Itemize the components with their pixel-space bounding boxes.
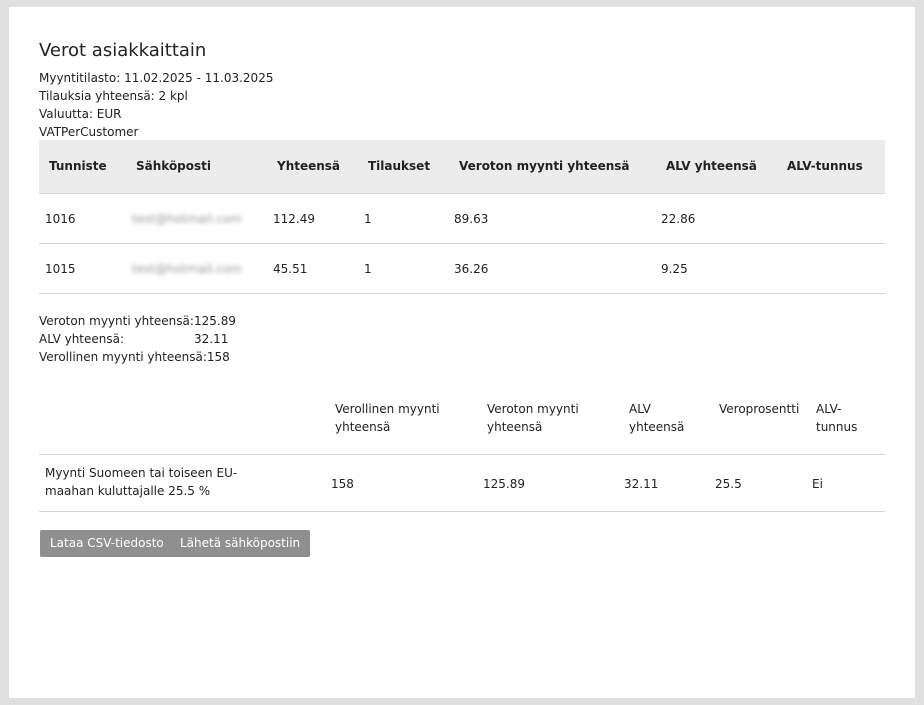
col-email: Sähköposti [136,159,212,173]
total-vat-row: ALV yhteensä: 32.11 [39,330,230,348]
cell-rate: 25.5 [715,477,742,491]
download-csv-button[interactable]: Lataa CSV-tiedosto [40,530,174,557]
total-net-label: Veroton myynti yhteensä: [39,314,194,328]
col-gross: Verollinen myynti yhteensä [335,402,440,434]
cell-id: 1016 [45,212,76,226]
total-gross-row: Verollinen myynti yhteensä:158 [39,348,230,366]
total-gross-label: Verollinen myynti yhteensä: [39,350,207,364]
report-id: VATPerCustomer [39,125,139,139]
cell-orders: 1 [364,262,372,276]
cell-gross: 158 [331,477,354,491]
table-row: 1016 test@hotmail.com 112.49 1 89.63 22.… [39,194,885,244]
currency: Valuutta: EUR [39,107,122,121]
table-row: 1015 test@hotmail.com 45.51 1 36.26 9.25 [39,244,885,294]
totals-summary: Veroton myynti yhteensä: 125.89 ALV yhte… [39,312,236,366]
col-vat: ALV yhteensä [629,402,685,434]
total-vat-value: 32.11 [194,332,229,346]
col-orders: Tilaukset [368,159,431,173]
cell-vat: 22.86 [661,212,696,226]
col-net: Veroton myynti yhteensä [487,402,579,434]
cell-id: 1015 [45,262,76,276]
order-count: Tilauksia yhteensä: 2 kpl [39,89,188,103]
report-period: Myyntitilasto: 11.02.2025 - 11.03.2025 [39,71,274,85]
col-id: Tunniste [49,159,107,173]
cell-vat-id: Ei [812,477,823,491]
col-net: Veroton myynti yhteensä [459,159,630,173]
total-gross-value: 158 [206,350,230,364]
cell-email: test@hotmail.com [132,262,242,276]
col-vat-id: ALV-tunnus [787,159,863,173]
cell-net: 125.89 [483,477,525,491]
customers-table: Tunniste Sähköposti Yhteensä Tilaukset V… [39,140,885,294]
cell-orders: 1 [364,212,372,226]
page-title: Verot asiakkaittain [39,40,207,61]
table-row: Myynti Suomeen tai toiseen EU-maahan kul… [39,455,885,512]
col-rate: Veroprosentti [719,402,800,416]
vat-rates-table-header: Verollinen myynti yhteensä Veroton myynt… [39,399,885,455]
cell-net: 89.63 [454,212,489,226]
cell-total: 45.51 [273,262,308,276]
col-vat: ALV yhteensä [666,159,757,173]
cell-total: 112.49 [273,212,315,226]
cell-net: 36.26 [454,262,489,276]
col-total: Yhteensä [277,159,341,173]
report-meta: Myyntitilasto: 11.02.2025 - 11.03.2025 T… [39,69,273,141]
vat-rates-table: Verollinen myynti yhteensä Veroton myynt… [39,399,885,512]
cell-description: Myynti Suomeen tai toiseen EU-maahan kul… [45,466,238,498]
send-email-button[interactable]: Lähetä sähköpostiin [170,530,311,557]
cell-vat: 9.25 [661,262,688,276]
total-net-value: 125.89 [194,314,236,328]
cell-vat: 32.11 [624,477,659,491]
report-panel: Verot asiakkaittain Myyntitilasto: 11.02… [9,7,915,698]
col-vat-id: ALV-tunnus [816,402,858,434]
cell-email: test@hotmail.com [132,212,242,226]
total-net-row: Veroton myynti yhteensä: 125.89 [39,312,236,330]
total-vat-label: ALV yhteensä: [39,332,125,346]
customers-table-header: Tunniste Sähköposti Yhteensä Tilaukset V… [39,140,885,194]
